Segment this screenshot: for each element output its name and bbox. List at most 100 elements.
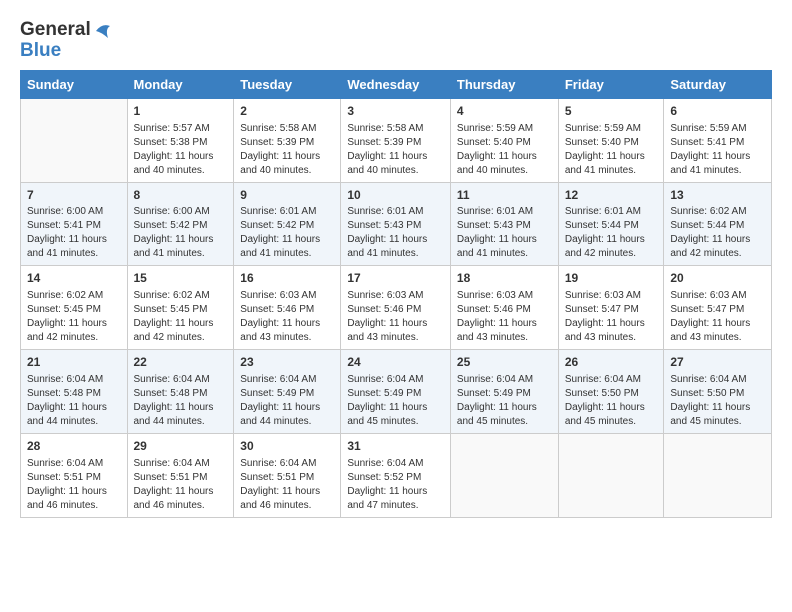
- calendar-header: SundayMondayTuesdayWednesdayThursdayFrid…: [21, 70, 772, 98]
- calendar-cell: 22 Sunrise: 6:04 AM Sunset: 5:48 PM Dayli…: [127, 350, 234, 434]
- calendar-cell: 21 Sunrise: 6:04 AM Sunset: 5:48 PM Dayli…: [21, 350, 128, 434]
- day-number: 5: [565, 103, 658, 120]
- calendar-cell: 25 Sunrise: 6:04 AM Sunset: 5:49 PM Dayli…: [450, 350, 558, 434]
- day-info: Sunrise: 6:00 AM Sunset: 5:41 PM Dayligh…: [27, 205, 121, 261]
- calendar-cell: 14 Sunrise: 6:02 AM Sunset: 5:45 PM Dayli…: [21, 266, 128, 350]
- day-number: 22: [134, 354, 228, 371]
- header-friday: Friday: [558, 70, 664, 98]
- calendar-cell: 4Sunrise: 5:59 AM Sunset: 5:40 PM Daylig…: [450, 98, 558, 182]
- calendar-cell: 9Sunrise: 6:01 AM Sunset: 5:42 PM Daylig…: [234, 182, 341, 266]
- day-number: 10: [347, 187, 444, 204]
- page-container: General Blue SundayMondayTuesdayWednesda…: [20, 20, 772, 518]
- calendar-cell: 23Sunrise: 6:04 AM Sunset: 5:49 PM Dayli…: [234, 350, 341, 434]
- day-info: Sunrise: 6:03 AM Sunset: 5:46 PM Dayligh…: [240, 289, 334, 345]
- calendar-cell: 20 Sunrise: 6:03 AM Sunset: 5:47 PM Dayli…: [664, 266, 772, 350]
- day-info: Sunrise: 6:00 AM Sunset: 5:42 PM Dayligh…: [134, 205, 228, 261]
- day-number: 1: [134, 103, 228, 120]
- logo-bird-icon: [92, 22, 112, 40]
- day-number: 21: [27, 354, 121, 371]
- day-info: Sunrise: 6:03 AM Sunset: 5:47 PM Dayligh…: [565, 289, 658, 345]
- calendar-cell: 24 Sunrise: 6:04 AM Sunset: 5:49 PM Dayli…: [341, 350, 451, 434]
- day-info: Sunrise: 6:04 AM Sunset: 5:51 PM Dayligh…: [240, 457, 334, 513]
- day-number: 17: [347, 270, 444, 287]
- day-info: Sunrise: 5:59 AM Sunset: 5:40 PM Dayligh…: [565, 122, 658, 178]
- calendar-cell: 7Sunrise: 6:00 AM Sunset: 5:41 PM Daylig…: [21, 182, 128, 266]
- day-number: 3: [347, 103, 444, 120]
- header-tuesday: Tuesday: [234, 70, 341, 98]
- day-number: 2: [240, 103, 334, 120]
- calendar-cell: 3 Sunrise: 5:58 AM Sunset: 5:39 PM Daylig…: [341, 98, 451, 182]
- day-info: Sunrise: 5:59 AM Sunset: 5:41 PM Dayligh…: [670, 122, 765, 178]
- calendar-cell: 28 Sunrise: 6:04 AM Sunset: 5:51 PM Dayli…: [21, 433, 128, 517]
- calendar-cell: 27 Sunrise: 6:04 AM Sunset: 5:50 PM Dayli…: [664, 350, 772, 434]
- day-info: Sunrise: 6:01 AM Sunset: 5:42 PM Dayligh…: [240, 205, 334, 261]
- calendar-cell: [558, 433, 664, 517]
- day-number: 8: [134, 187, 228, 204]
- calendar-cell: 16 Sunrise: 6:03 AM Sunset: 5:46 PM Dayli…: [234, 266, 341, 350]
- day-info: Sunrise: 6:04 AM Sunset: 5:52 PM Dayligh…: [347, 457, 444, 513]
- header-wednesday: Wednesday: [341, 70, 451, 98]
- day-number: 28: [27, 438, 121, 455]
- calendar-table: SundayMondayTuesdayWednesdayThursdayFrid…: [20, 70, 772, 518]
- day-number: 24: [347, 354, 444, 371]
- calendar-cell: 15Sunrise: 6:02 AM Sunset: 5:45 PM Dayli…: [127, 266, 234, 350]
- day-info: Sunrise: 6:04 AM Sunset: 5:50 PM Dayligh…: [565, 373, 658, 429]
- logo-blue-label: Blue: [20, 41, 112, 62]
- header-saturday: Saturday: [664, 70, 772, 98]
- day-info: Sunrise: 6:03 AM Sunset: 5:47 PM Dayligh…: [670, 289, 765, 345]
- day-number: 19: [565, 270, 658, 287]
- calendar-cell: 6 Sunrise: 5:59 AM Sunset: 5:41 PM Daylig…: [664, 98, 772, 182]
- calendar-cell: 2Sunrise: 5:58 AM Sunset: 5:39 PM Daylig…: [234, 98, 341, 182]
- calendar-cell: 18Sunrise: 6:03 AM Sunset: 5:46 PM Dayli…: [450, 266, 558, 350]
- day-info: Sunrise: 6:04 AM Sunset: 5:51 PM Dayligh…: [27, 457, 121, 513]
- header-monday: Monday: [127, 70, 234, 98]
- calendar-cell: 10Sunrise: 6:01 AM Sunset: 5:43 PM Dayli…: [341, 182, 451, 266]
- day-number: 7: [27, 187, 121, 204]
- calendar-cell: 29Sunrise: 6:04 AM Sunset: 5:51 PM Dayli…: [127, 433, 234, 517]
- calendar-cell: 12Sunrise: 6:01 AM Sunset: 5:44 PM Dayli…: [558, 182, 664, 266]
- day-info: Sunrise: 6:01 AM Sunset: 5:43 PM Dayligh…: [347, 205, 444, 261]
- day-number: 12: [565, 187, 658, 204]
- day-info: Sunrise: 6:04 AM Sunset: 5:48 PM Dayligh…: [134, 373, 228, 429]
- day-info: Sunrise: 6:04 AM Sunset: 5:50 PM Dayligh…: [670, 373, 765, 429]
- day-info: Sunrise: 6:02 AM Sunset: 5:45 PM Dayligh…: [27, 289, 121, 345]
- week-row-5: 28 Sunrise: 6:04 AM Sunset: 5:51 PM Dayli…: [21, 433, 772, 517]
- day-number: 20: [670, 270, 765, 287]
- day-number: 6: [670, 103, 765, 120]
- calendar-body: 1Sunrise: 5:57 AM Sunset: 5:38 PM Daylig…: [21, 98, 772, 517]
- calendar-cell: 17 Sunrise: 6:03 AM Sunset: 5:46 PM Dayli…: [341, 266, 451, 350]
- day-info: Sunrise: 6:01 AM Sunset: 5:43 PM Dayligh…: [457, 205, 552, 261]
- calendar-cell: 13Sunrise: 6:02 AM Sunset: 5:44 PM Dayli…: [664, 182, 772, 266]
- calendar-cell: 8Sunrise: 6:00 AM Sunset: 5:42 PM Daylig…: [127, 182, 234, 266]
- day-number: 30: [240, 438, 334, 455]
- week-row-4: 21 Sunrise: 6:04 AM Sunset: 5:48 PM Dayli…: [21, 350, 772, 434]
- header-row: SundayMondayTuesdayWednesdayThursdayFrid…: [21, 70, 772, 98]
- calendar-cell: 19 Sunrise: 6:03 AM Sunset: 5:47 PM Dayli…: [558, 266, 664, 350]
- day-info: Sunrise: 6:01 AM Sunset: 5:44 PM Dayligh…: [565, 205, 658, 261]
- day-info: Sunrise: 6:04 AM Sunset: 5:48 PM Dayligh…: [27, 373, 121, 429]
- day-info: Sunrise: 5:58 AM Sunset: 5:39 PM Dayligh…: [347, 122, 444, 178]
- day-number: 11: [457, 187, 552, 204]
- day-number: 13: [670, 187, 765, 204]
- week-row-1: 1Sunrise: 5:57 AM Sunset: 5:38 PM Daylig…: [21, 98, 772, 182]
- day-info: Sunrise: 6:03 AM Sunset: 5:46 PM Dayligh…: [347, 289, 444, 345]
- calendar-cell: 1Sunrise: 5:57 AM Sunset: 5:38 PM Daylig…: [127, 98, 234, 182]
- day-number: 25: [457, 354, 552, 371]
- calendar-cell: [21, 98, 128, 182]
- day-number: 27: [670, 354, 765, 371]
- day-info: Sunrise: 6:04 AM Sunset: 5:49 PM Dayligh…: [457, 373, 552, 429]
- day-info: Sunrise: 6:04 AM Sunset: 5:51 PM Dayligh…: [134, 457, 228, 513]
- day-number: 18: [457, 270, 552, 287]
- week-row-3: 14 Sunrise: 6:02 AM Sunset: 5:45 PM Dayli…: [21, 266, 772, 350]
- day-number: 14: [27, 270, 121, 287]
- calendar-cell: [664, 433, 772, 517]
- day-number: 16: [240, 270, 334, 287]
- header-thursday: Thursday: [450, 70, 558, 98]
- day-info: Sunrise: 6:02 AM Sunset: 5:44 PM Dayligh…: [670, 205, 765, 261]
- header-sunday: Sunday: [21, 70, 128, 98]
- day-number: 31: [347, 438, 444, 455]
- logo-general-label: General: [20, 20, 91, 41]
- calendar-cell: 26Sunrise: 6:04 AM Sunset: 5:50 PM Dayli…: [558, 350, 664, 434]
- day-info: Sunrise: 5:59 AM Sunset: 5:40 PM Dayligh…: [457, 122, 552, 178]
- day-info: Sunrise: 6:04 AM Sunset: 5:49 PM Dayligh…: [347, 373, 444, 429]
